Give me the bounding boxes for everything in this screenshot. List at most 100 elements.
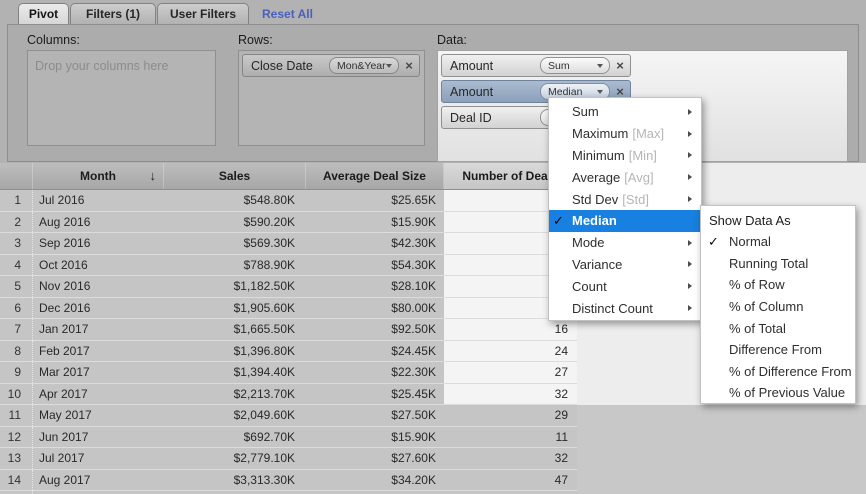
field-item[interactable]: Close Date Mon&Year × <box>242 54 420 77</box>
row-number-cell: 2 <box>0 212 33 233</box>
table-row: 5 Nov 2016 $1,182.50K $28.10K <box>0 276 577 298</box>
row-number-cell: 4 <box>0 255 33 276</box>
month-cell: Aug 2017 <box>33 470 164 491</box>
tab-user-filters[interactable]: User Filters <box>157 3 249 24</box>
number-of-deals-cell: 11 <box>444 427 577 448</box>
month-cell: Apr 2017 <box>33 384 164 405</box>
month-cell: Feb 2017 <box>33 341 164 362</box>
remove-field-icon[interactable]: × <box>610 58 630 73</box>
aggregation-menu-item[interactable]: Variance <box>549 254 701 276</box>
column-header-month[interactable]: Month ↓ <box>33 163 164 189</box>
average-deal-size-cell: $92.50K <box>306 319 444 340</box>
table-row: 13 Jul 2017 $2,779.10K $27.60K 32 <box>0 448 577 470</box>
average-deal-size-cell: $25.65K <box>306 190 444 211</box>
table-row: 1 Jul 2016 $548.80K $25.65K <box>0 190 577 212</box>
show-data-as-option[interactable]: Running Total <box>701 253 855 275</box>
submenu-arrow-icon <box>688 283 692 289</box>
average-deal-size-cell: $42.30K <box>306 233 444 254</box>
aggregation-menu-item[interactable]: Minimum [Min] <box>549 145 701 167</box>
average-deal-size-cell: $27.60K <box>306 448 444 469</box>
columns-placeholder-text: Drop your columns here <box>35 59 168 73</box>
submenu-arrow-icon <box>688 174 692 180</box>
show-data-as-option[interactable]: % of Column <box>701 296 855 318</box>
month-cell: Sep 2016 <box>33 233 164 254</box>
row-number-header <box>0 163 33 189</box>
row-number-cell: 14 <box>0 470 33 491</box>
field-name: Amount <box>450 59 493 73</box>
sales-cell: $2,049.60K <box>164 405 306 426</box>
aggregation-dropdown-button[interactable]: Mon&Year <box>329 57 399 74</box>
show-data-as-option[interactable]: ✓ Normal <box>701 231 855 253</box>
row-number-cell: 10 <box>0 384 33 405</box>
submenu-arrow-icon <box>688 109 692 115</box>
sales-cell: $548.80K <box>164 190 306 211</box>
aggregation-menu-item[interactable]: ✓ Median <box>549 210 701 232</box>
rows-item-list: Close Date Mon&Year × <box>239 54 424 77</box>
data-label: Data: <box>437 33 467 47</box>
show-data-as-option[interactable]: % of Total <box>701 317 855 339</box>
average-deal-size-cell: $15.90K <box>306 427 444 448</box>
month-cell: Jul 2017 <box>33 448 164 469</box>
rows-label: Rows: <box>238 33 273 47</box>
sales-cell: $1,182.50K <box>164 276 306 297</box>
sales-cell: $590.20K <box>164 212 306 233</box>
aggregation-dropdown-button[interactable]: Sum <box>540 57 610 74</box>
show-data-as-header: Show Data As <box>701 210 855 231</box>
table-row: 12 Jun 2017 $692.70K $15.90K 11 <box>0 427 577 449</box>
tab-filters[interactable]: Filters (1) <box>70 3 156 24</box>
row-number-cell: 13 <box>0 448 33 469</box>
sales-cell: $1,665.50K <box>164 319 306 340</box>
average-deal-size-cell: $80.00K <box>306 298 444 319</box>
show-data-as-option[interactable]: Difference From <box>701 339 855 361</box>
checkmark-icon: ✓ <box>553 213 572 229</box>
column-header-sales[interactable]: Sales <box>164 163 306 189</box>
month-cell: May 2017 <box>33 405 164 426</box>
show-data-as-option[interactable]: % of Previous Value <box>701 382 855 404</box>
columns-label: Columns: <box>27 33 80 47</box>
aggregation-menu-item[interactable]: Maximum [Max] <box>549 123 701 145</box>
sales-cell: $1,394.40K <box>164 362 306 383</box>
submenu-arrow-icon <box>688 131 692 137</box>
rows-drop-zone[interactable]: Close Date Mon&Year × <box>238 50 425 146</box>
tab-pivot[interactable]: Pivot <box>18 3 69 24</box>
table-body: 1 Jul 2016 $548.80K $25.65K 2 Aug 2016 $… <box>0 190 577 494</box>
submenu-arrow-icon <box>688 152 692 158</box>
row-number-cell: 11 <box>0 405 33 426</box>
aggregation-menu-item[interactable]: Distinct Count <box>549 297 701 319</box>
table-row: 4 Oct 2016 $788.90K $54.30K <box>0 255 577 277</box>
average-deal-size-cell: $28.10K <box>306 276 444 297</box>
remove-field-icon[interactable]: × <box>399 58 419 73</box>
aggregation-menu-item[interactable]: Count <box>549 275 701 297</box>
reset-all-link[interactable]: Reset All <box>262 7 313 21</box>
table-row: 9 Mar 2017 $1,394.40K $22.30K 27 <box>0 362 577 384</box>
chevron-down-icon <box>597 64 603 68</box>
row-number-cell: 6 <box>0 298 33 319</box>
month-cell: Jan 2017 <box>33 319 164 340</box>
aggregation-abbrev: [Max] <box>632 126 664 141</box>
number-of-deals-cell: 27 <box>444 362 577 383</box>
row-number-cell: 5 <box>0 276 33 297</box>
field-item[interactable]: Amount Sum × <box>441 54 631 77</box>
row-number-cell: 1 <box>0 190 33 211</box>
table-row: 6 Dec 2016 $1,905.60K $80.00K <box>0 298 577 320</box>
number-of-deals-cell: 47 <box>444 470 577 491</box>
sales-cell: $569.30K <box>164 233 306 254</box>
column-header-average-deal-size[interactable]: Average Deal Size <box>306 163 444 189</box>
sales-cell: $1,905.60K <box>164 298 306 319</box>
sales-cell: $2,213.70K <box>164 384 306 405</box>
aggregation-abbrev: [Avg] <box>624 170 653 185</box>
average-deal-size-cell: $24.45K <box>306 341 444 362</box>
sales-cell: $788.90K <box>164 255 306 276</box>
month-cell: Aug 2016 <box>33 212 164 233</box>
checkmark-icon: ✓ <box>708 234 729 250</box>
aggregation-menu-item[interactable]: Average [Avg] <box>549 166 701 188</box>
table-row: 2 Aug 2016 $590.20K $15.90K <box>0 212 577 234</box>
row-number-cell: 7 <box>0 319 33 340</box>
columns-drop-zone[interactable]: Drop your columns here <box>27 50 216 146</box>
aggregation-menu-item[interactable]: Mode <box>549 232 701 254</box>
show-data-as-option[interactable]: % of Row <box>701 274 855 296</box>
month-cell: Mar 2017 <box>33 362 164 383</box>
aggregation-menu-item[interactable]: Std Dev [Std] <box>549 188 701 210</box>
show-data-as-option[interactable]: % of Difference From <box>701 361 855 383</box>
aggregation-menu-item[interactable]: Sum <box>549 101 701 123</box>
